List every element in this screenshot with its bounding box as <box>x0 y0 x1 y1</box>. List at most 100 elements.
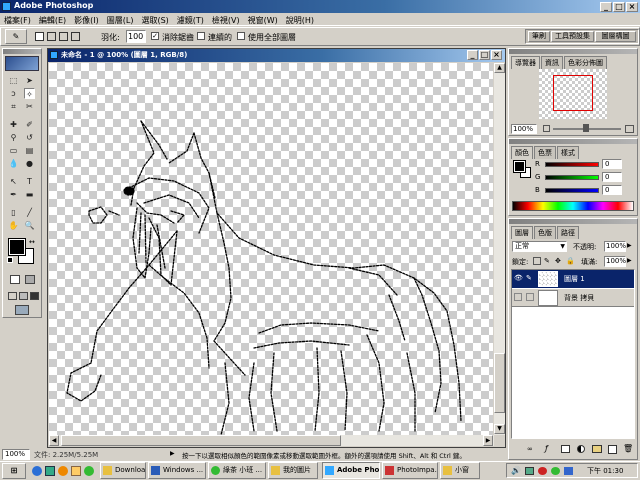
tab-styles[interactable]: 樣式 <box>557 146 579 159</box>
tray-ime-icon[interactable] <box>564 467 573 475</box>
notes-tool-icon[interactable]: ▯ <box>8 207 19 218</box>
clone-stamp-icon[interactable]: ⚲ <box>8 132 19 143</box>
channel-r-input[interactable]: 0 <box>602 159 622 169</box>
menu-layer[interactable]: 圖層(L) <box>103 13 138 28</box>
lock-position-icon[interactable]: ✥ <box>555 257 561 265</box>
app-titlebar[interactable]: Adobe Photoshop _ □ × <box>0 0 640 13</box>
minimize-button[interactable]: _ <box>600 2 612 12</box>
menu-help[interactable]: 說明(H) <box>282 13 318 28</box>
taskbar-item[interactable]: PhotoImpa... <box>382 462 438 479</box>
layer-row[interactable]: 👁 ✎ 圖層 1 <box>512 270 634 288</box>
tray-messenger-icon[interactable] <box>551 467 560 475</box>
tab-layers[interactable]: 圖層 <box>511 226 533 239</box>
screen-mode-full-icon[interactable] <box>30 292 39 300</box>
doc-minimize-button[interactable]: _ <box>467 50 478 60</box>
marquee-tool-icon[interactable]: ⬚ <box>8 75 19 86</box>
document-titlebar[interactable]: 未命名 - 1 @ 100% (圖層 1, RGB/8) _ □ × <box>48 49 505 62</box>
menu-view[interactable]: 檢視(V) <box>208 13 244 28</box>
hand-tool-icon[interactable]: ✋ <box>8 220 19 231</box>
menu-file[interactable]: 檔案(F) <box>0 13 35 28</box>
screen-mode-full-menu-icon[interactable] <box>19 292 28 300</box>
standard-mode-icon[interactable] <box>10 275 20 284</box>
link-layers-icon[interactable]: ∞ <box>527 445 533 453</box>
brushes-palette-tab[interactable]: 筆刷 <box>528 31 550 42</box>
path-selection-icon[interactable]: ↖ <box>8 176 19 187</box>
navigator-thumbnail[interactable] <box>539 69 607 119</box>
intersect-selection-icon[interactable] <box>71 32 80 41</box>
tray-antivirus-icon[interactable] <box>538 467 547 475</box>
tab-channels[interactable]: 色版 <box>534 226 556 239</box>
crop-tool-icon[interactable]: ⌗ <box>8 101 19 112</box>
scroll-left-button[interactable]: ◀ <box>49 435 59 446</box>
pen-tool-icon[interactable]: ✒ <box>8 189 19 200</box>
layer-style-icon[interactable]: ƒ <box>545 444 548 453</box>
taskbar-item-active[interactable]: Adobe Pho... <box>322 462 380 479</box>
menu-window[interactable]: 視窗(W) <box>244 13 282 28</box>
scroll-right-button[interactable]: ▶ <box>483 435 493 446</box>
menu-image[interactable]: 影像(I) <box>70 13 103 28</box>
add-selection-icon[interactable] <box>47 32 56 41</box>
canvas-horizontal-scrollbar[interactable]: ◀ ▶ <box>49 435 494 446</box>
navigator-zoom-input[interactable]: 100% <box>511 124 537 134</box>
canvas[interactable] <box>49 63 493 435</box>
channel-b-slider[interactable] <box>545 188 599 193</box>
tab-histogram[interactable]: 色彩分佈圖 <box>564 56 607 69</box>
scroll-up-button[interactable]: ▲ <box>494 63 505 73</box>
eye-icon[interactable] <box>514 293 522 301</box>
channel-g-slider[interactable] <box>545 175 599 180</box>
toolbox-titlebar[interactable] <box>3 49 41 54</box>
eyedropper-icon[interactable]: ╱ <box>24 207 35 218</box>
brush-link-icon[interactable]: ✎ <box>526 274 532 282</box>
color-fg-swatch[interactable] <box>513 160 526 173</box>
contiguous-checkbox[interactable] <box>197 32 205 40</box>
layers-panel-titlebar[interactable] <box>509 219 637 224</box>
taskbar-item[interactable]: 我的圖片 <box>268 462 318 479</box>
status-doc-info[interactable]: 文件: 2.25M/5.25M <box>34 450 98 460</box>
menu-filter[interactable]: 濾鏡(T) <box>173 13 208 28</box>
type-tool-icon[interactable]: T <box>24 176 35 187</box>
canvas-vertical-scrollbar[interactable]: ▲ ▼ <box>494 63 505 435</box>
tray-network-icon[interactable] <box>525 467 534 475</box>
zoom-tool-icon[interactable]: 🔍 <box>24 220 35 231</box>
tool-presets-palette-tab[interactable]: 工具預設集 <box>551 31 594 42</box>
eye-icon[interactable]: 👁 <box>514 274 523 282</box>
lock-transparency-icon[interactable] <box>533 257 541 265</box>
subtract-selection-icon[interactable] <box>59 32 68 41</box>
gradient-tool-icon[interactable]: ▤ <box>24 145 35 156</box>
opacity-arrow-icon[interactable]: ▶ <box>627 242 632 249</box>
tab-color[interactable]: 顏色 <box>511 146 533 159</box>
lock-image-icon[interactable]: ✎ <box>544 257 550 265</box>
history-brush-icon[interactable]: ↺ <box>24 132 35 143</box>
maximize-button[interactable]: □ <box>613 2 625 12</box>
brush-link-icon[interactable] <box>526 293 534 301</box>
start-button[interactable]: ⊞ <box>2 463 26 479</box>
menu-select[interactable]: 選取(S) <box>137 13 172 28</box>
status-arrow-icon[interactable]: ▶ <box>170 450 175 457</box>
lasso-tool-icon[interactable]: ↄ <box>8 88 19 99</box>
opacity-input[interactable]: 100% <box>604 241 626 252</box>
blend-mode-select[interactable]: 正常 ▼ <box>512 241 567 252</box>
navigator-titlebar[interactable] <box>509 49 637 54</box>
eraser-icon[interactable]: ▭ <box>8 145 19 156</box>
add-mask-icon[interactable] <box>561 445 570 453</box>
swap-colors-icon[interactable]: ↔ <box>29 238 35 246</box>
trash-icon[interactable]: 🗑 <box>623 444 633 453</box>
color-spectrum-bar[interactable] <box>512 201 634 211</box>
layer-row[interactable]: 背景 拷貝 <box>512 289 634 307</box>
vertical-scroll-thumb[interactable] <box>494 353 505 413</box>
adjustment-layer-icon[interactable] <box>577 445 585 453</box>
tray-clock[interactable]: 下午 01:30 <box>587 466 623 476</box>
feather-input[interactable]: 100 <box>126 30 146 43</box>
all-layers-checkbox[interactable] <box>237 32 245 40</box>
status-zoom[interactable]: 100% <box>2 449 30 460</box>
blur-tool-icon[interactable]: 💧 <box>8 158 19 169</box>
scroll-down-button[interactable]: ▼ <box>494 424 505 434</box>
layer-comps-palette-tab[interactable]: 圖層構圖 <box>595 31 636 42</box>
fill-input[interactable]: 100% <box>604 256 626 267</box>
slice-tool-icon[interactable]: ✂ <box>24 101 35 112</box>
dodge-tool-icon[interactable]: ● <box>24 158 35 169</box>
foreground-color-swatch[interactable] <box>8 238 26 256</box>
media-quicklaunch-icon[interactable] <box>58 466 68 476</box>
taskbar-item[interactable]: Windows ... <box>148 462 206 479</box>
doc-maximize-button[interactable]: □ <box>479 50 490 60</box>
